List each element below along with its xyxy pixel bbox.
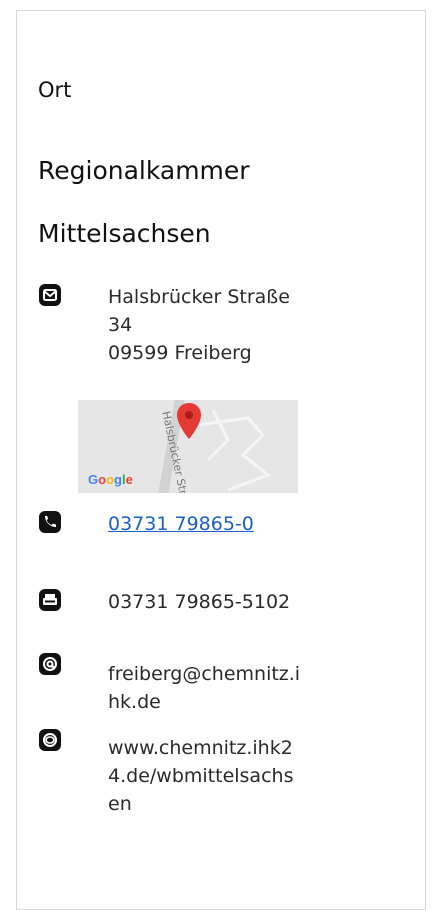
google-logo-letter: e bbox=[125, 472, 133, 487]
email-line-1: freiberg@chemnitz.i bbox=[108, 663, 301, 685]
fax-text: 03731 79865-5102 bbox=[108, 591, 291, 613]
phone-link[interactable]: 03731 79865-0 bbox=[108, 513, 254, 535]
at-icon bbox=[39, 653, 61, 675]
phone-text: 03731 79865-0 bbox=[108, 510, 328, 538]
website-line-2: 4.de/wbmittelsachs bbox=[108, 765, 294, 787]
email-text: freiberg@chemnitz.i hk.de bbox=[108, 660, 328, 716]
email-line-2: hk.de bbox=[108, 691, 161, 713]
phone-icon bbox=[39, 511, 61, 533]
mail-icon bbox=[39, 284, 61, 306]
google-logo-letter: G bbox=[88, 472, 99, 487]
map-pin-icon bbox=[177, 403, 201, 439]
google-logo-letter: o bbox=[98, 472, 107, 487]
fax-icon bbox=[39, 589, 61, 611]
map-google-logo: Google bbox=[88, 472, 133, 487]
address-number: 34 bbox=[108, 314, 133, 336]
address-city: 09599 Freiberg bbox=[108, 342, 252, 364]
website-text: www.chemnitz.ihk2 4.de/wbmittelsachs en bbox=[108, 734, 328, 818]
office-title-line-1: Regionalkammer bbox=[38, 156, 250, 185]
address-text: Halsbrücker Straße 34 09599 Freiberg bbox=[108, 283, 328, 367]
website-line-1: www.chemnitz.ihk2 bbox=[108, 737, 293, 759]
address-street: Halsbrücker Straße bbox=[108, 286, 290, 308]
website-line-3: en bbox=[108, 793, 132, 815]
section-label: Ort bbox=[38, 78, 72, 102]
map-thumbnail[interactable]: Halsbrücker Str. Google bbox=[78, 400, 298, 493]
web-icon bbox=[39, 729, 61, 751]
google-logo-letter: g bbox=[114, 472, 122, 487]
office-title-line-2: Mittelsachsen bbox=[38, 219, 211, 248]
google-logo-letter: o bbox=[106, 472, 115, 487]
